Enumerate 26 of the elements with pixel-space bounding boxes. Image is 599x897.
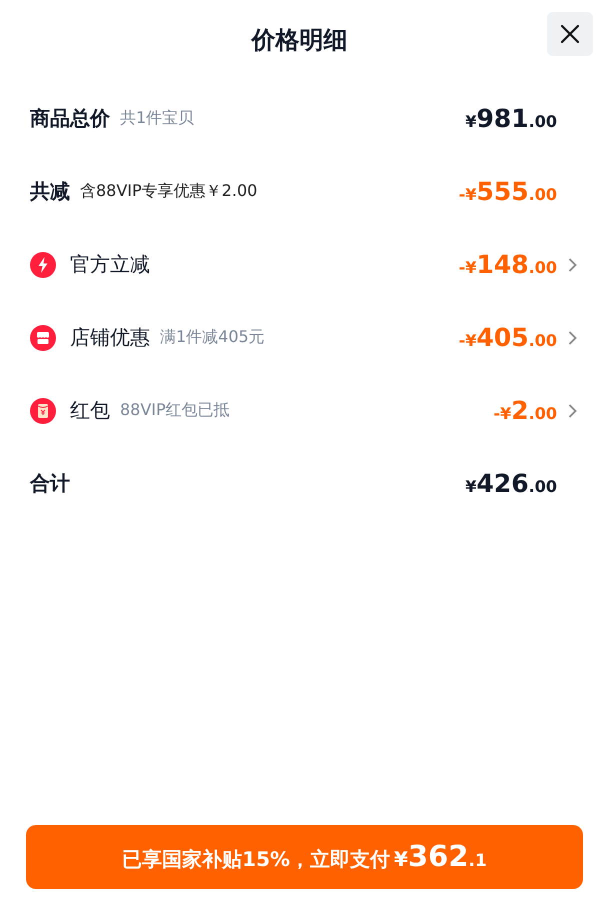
price-amount: -¥2.00	[493, 396, 557, 425]
price-amount: ¥426.00	[465, 469, 557, 498]
price-amount: -¥405.00	[458, 323, 557, 352]
price-amount: ¥981.00	[465, 104, 557, 133]
sheet-title: 价格明细	[252, 25, 348, 56]
close-icon	[560, 24, 580, 44]
row-label: 共减	[30, 178, 70, 205]
row-note: 88VIP红包已抵	[120, 400, 230, 421]
row-note: 共1件宝贝	[120, 108, 194, 129]
row-label: 红包	[70, 397, 110, 424]
shop-icon	[30, 324, 56, 350]
chevron-right-icon[interactable]	[568, 330, 577, 346]
row-note: 满1件减405元	[160, 327, 265, 348]
chevron-right-icon[interactable]	[568, 256, 577, 272]
chevron-right-icon[interactable]	[568, 402, 577, 418]
close-button[interactable]	[547, 12, 593, 56]
price-amount: -¥148.00	[458, 250, 557, 279]
row-note: 含88VIP专享优惠￥2.00	[80, 181, 258, 202]
pay-button[interactable]: 已享国家补贴15%，立即支付 ¥362.1	[26, 825, 583, 889]
price-amount: -¥555.00	[458, 177, 557, 206]
row-label: 店铺优惠	[70, 324, 150, 351]
lightning-icon	[30, 252, 56, 278]
row-label: 官方立减	[70, 251, 150, 278]
row-label: 合计	[30, 470, 70, 497]
envelope-icon	[30, 398, 56, 424]
row-label: 商品总价	[30, 105, 110, 132]
